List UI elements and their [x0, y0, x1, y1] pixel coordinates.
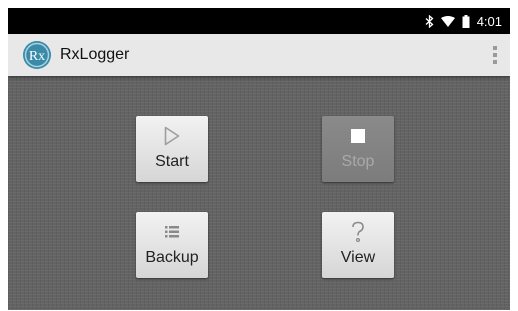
main-content: Start Stop Backup View	[8, 76, 510, 310]
backup-button[interactable]: Backup	[136, 212, 208, 278]
app-bar: Rx RxLogger	[8, 34, 510, 76]
play-icon	[164, 125, 180, 147]
view-button[interactable]: View	[322, 212, 394, 278]
stop-button[interactable]: Stop	[322, 116, 394, 182]
status-time: 4:01	[476, 13, 502, 29]
device-screen: 4:01 Rx RxLogger Start Stop Backup View	[8, 8, 510, 310]
battery-icon	[462, 14, 470, 28]
wifi-icon	[440, 15, 455, 27]
start-button-label: Start	[155, 153, 189, 170]
question-icon	[351, 221, 365, 243]
backup-button-label: Backup	[145, 249, 199, 266]
app-logo-icon: Rx	[22, 40, 52, 70]
stop-icon	[351, 125, 365, 147]
app-title: RxLogger	[60, 46, 130, 63]
status-icons: 4:01	[425, 8, 502, 34]
list-icon	[165, 221, 179, 243]
overflow-menu-icon[interactable]	[488, 42, 502, 68]
start-button[interactable]: Start	[136, 116, 208, 182]
status-bar: 4:01	[8, 8, 510, 34]
view-button-label: View	[340, 249, 376, 266]
app-logo-text: Rx	[29, 49, 45, 64]
bluetooth-icon	[425, 14, 434, 28]
stop-button-label: Stop	[341, 153, 375, 170]
